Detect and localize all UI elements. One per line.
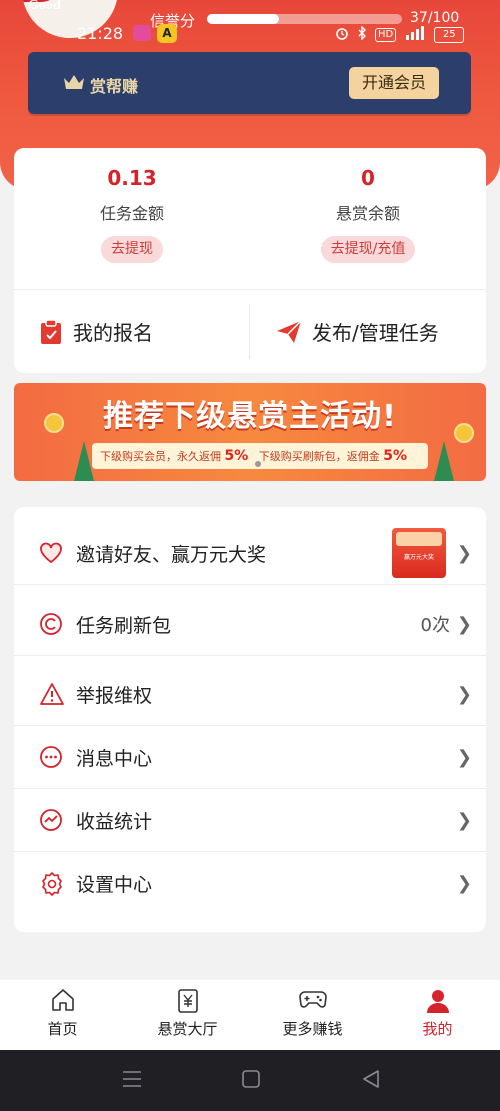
system-icons: HD 25 [335, 25, 465, 44]
refresh-count: 0次 [420, 615, 450, 636]
tab-label: 更多赚钱 [282, 1020, 343, 1038]
crown-icon [63, 74, 85, 94]
promo-pct-a: 5% [224, 448, 249, 464]
open-membership-button[interactable]: 开通会员 [349, 67, 439, 99]
send-icon [276, 319, 302, 344]
clock: 21:28 [77, 24, 124, 43]
home-button-icon[interactable] [242, 1070, 260, 1092]
publish-manage-button[interactable]: 发布/管理任务 [276, 290, 439, 373]
menu-item-label: 消息中心 [76, 747, 153, 770]
menu-item-label: 举报维权 [76, 684, 153, 707]
warning-icon [39, 682, 65, 706]
publish-manage-label: 发布/管理任务 [312, 321, 439, 345]
red-envelope-image: 赢万元大奖 [392, 528, 446, 578]
credit-progress-bar [207, 14, 402, 24]
bottom-tab-bar: 首页 悬赏大厅 更多赚钱 我的 [0, 980, 500, 1050]
menu-item-invite[interactable]: 邀请好友、赢万元大奖 赢万元大奖 ❯ [14, 522, 486, 585]
carousel-indicator [255, 461, 261, 467]
task-amount-label: 任务金额 [99, 204, 164, 223]
alarm-icon [335, 26, 349, 44]
tab-label: 我的 [422, 1020, 453, 1038]
tab-home[interactable]: 首页 [0, 980, 125, 1050]
withdraw-recharge-button[interactable]: 去提现/充值 [320, 236, 416, 263]
tab-label: 悬赏大厅 [157, 1020, 218, 1038]
promo-pct-b: 5% [383, 448, 408, 464]
notification-app-icon-2: A [157, 24, 177, 43]
leaf-decoration [434, 441, 454, 481]
chevron-right-icon: ❯ [456, 683, 472, 705]
menu-item-messages[interactable]: 消息中心 ❯ [14, 726, 486, 789]
menu-icon[interactable] [122, 1070, 142, 1092]
clipboard-icon [39, 318, 63, 345]
gamepad-icon [250, 988, 375, 1014]
user-icon [375, 988, 500, 1014]
menu-item-refresh-pack[interactable]: 任务刷新包 0次 ❯ [14, 593, 486, 656]
trend-icon [39, 808, 63, 832]
tab-more-earn[interactable]: 更多赚钱 [250, 980, 375, 1050]
reward-balance-label: 悬赏余额 [335, 204, 400, 223]
menu-list: 邀请好友、赢万元大奖 赢万元大奖 ❯ 任务刷新包 0次 ❯ 举报维权 ❯ 消息中… [14, 507, 486, 932]
menu-item-label: 收益统计 [76, 810, 153, 833]
battery-icon: 25 [434, 27, 465, 43]
menu-item-label: 任务刷新包 [76, 614, 172, 637]
leaf-decoration [74, 441, 94, 481]
heart-icon [39, 542, 63, 564]
chevron-right-icon: ❯ [456, 613, 472, 635]
credit-progress-fill [207, 14, 280, 24]
chevron-right-icon: ❯ [456, 873, 472, 894]
gear-icon [39, 871, 65, 897]
divider-vertical [249, 304, 250, 359]
task-amount-section: 0.13 任务金额 去提现 [14, 148, 250, 263]
menu-item-report[interactable]: 举报维权 ❯ [14, 663, 486, 726]
refresh-icon [39, 612, 63, 636]
menu-item-income-stats[interactable]: 收益统计 ❯ [14, 789, 486, 852]
chevron-right-icon: ❯ [456, 746, 472, 768]
credit-value: 37/100 [410, 10, 460, 26]
chevron-right-icon: ❯ [456, 542, 472, 564]
notification-app-icon [133, 25, 151, 41]
menu-item-settings[interactable]: 设置中心 ❯ [14, 852, 486, 915]
menu-item-label: 设置中心 [76, 874, 153, 896]
tab-mine[interactable]: 我的 [375, 980, 500, 1050]
chevron-right-icon: ❯ [456, 809, 472, 831]
task-amount-value: 0.13 [107, 166, 157, 190]
reward-balance-value: 0 [361, 166, 375, 190]
home-icon [0, 988, 125, 1014]
tab-reward-hall[interactable]: 悬赏大厅 [125, 980, 250, 1050]
bluetooth-icon [357, 25, 367, 44]
wallet-card: 0.13 任务金额 去提现 0 悬赏余额 去提现/充值 我的报名 发布/管理任务 [14, 148, 486, 373]
promo-banner[interactable]: 推荐下级悬赏主活动! 下级购买会员，永久返佣 5% 下级购买刷新包，返佣金 5% [14, 383, 486, 481]
my-signup-label: 我的报名 [73, 321, 153, 345]
vip-banner: 赏帮赚 开通会员 [28, 52, 471, 114]
reward-balance-section: 0 悬赏余额 去提现/充值 [250, 148, 486, 263]
my-signup-button[interactable]: 我的报名 [39, 290, 153, 373]
vip-title: 赏帮赚 [90, 77, 139, 96]
withdraw-button[interactable]: 去提现 [101, 236, 163, 263]
back-icon[interactable] [362, 1070, 380, 1092]
tab-label: 首页 [47, 1020, 78, 1038]
menu-item-label: 邀请好友、赢万元大奖 [76, 543, 267, 566]
promo-text-b: 下级购买刷新包，返佣金 [258, 450, 380, 463]
promo-title: 推荐下级悬赏主活动! [103, 399, 397, 434]
message-icon [39, 745, 63, 769]
signal-icon [404, 26, 426, 44]
hd-icon: HD [375, 28, 397, 42]
yen-icon [125, 988, 250, 1014]
system-navigation-bar [0, 1050, 500, 1111]
status-bar: 信誉分 37/100 21:28 A HD 25 [0, 0, 500, 48]
promo-text-a: 下级购买会员，永久返佣 [100, 450, 221, 463]
